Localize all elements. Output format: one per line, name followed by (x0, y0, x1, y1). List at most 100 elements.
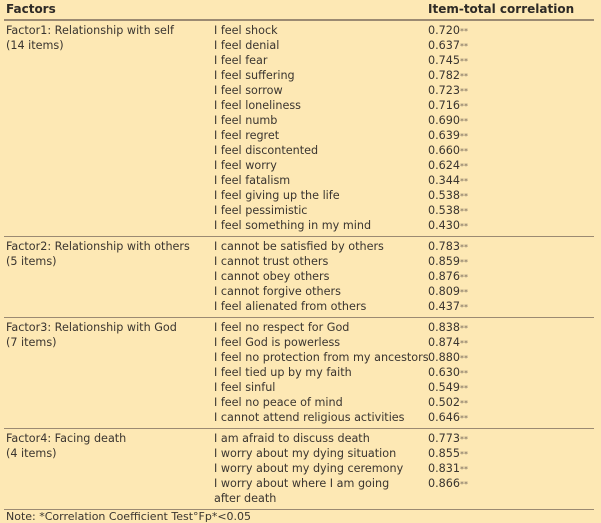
item-correlation: 0.660** (428, 143, 588, 158)
factor-cell: Factor3: Relationship with God (7 items) (4, 320, 214, 425)
item-text: I feel alienated from others (214, 300, 367, 313)
item-correlation: 0.637** (428, 38, 588, 53)
significance-marker: ** (460, 435, 469, 444)
factor-name: Factor1: Relationship with self (6, 24, 174, 37)
item-text: I feel giving up the life (214, 189, 340, 202)
item-correlation: 0.720** (428, 23, 588, 38)
item-correlation: 0.876** (428, 269, 588, 284)
correlation-value: 0.782 (428, 69, 461, 82)
item-correlation: 0.690** (428, 113, 588, 128)
significance-marker: ** (460, 258, 469, 267)
correlation-value: 0.630 (428, 366, 461, 379)
item-text: I worry about my dying situation (214, 447, 397, 460)
significance-marker: ** (460, 384, 469, 393)
correlation-value: 0.874 (428, 336, 461, 349)
significance-marker: ** (460, 42, 469, 51)
item-text: I feel numb (214, 114, 278, 127)
significance-marker: ** (460, 414, 469, 423)
header-correlation: Item-total correlation (428, 1, 575, 16)
factor-group: Factor2: Relationship with others (5 item… (4, 237, 594, 318)
correlation-table: Factors Item-total correlation Factor1: … (4, 0, 594, 510)
item-correlation: 0.344** (428, 173, 588, 188)
correlation-value: 0.430 (428, 219, 461, 232)
factor-group: Factor3: Relationship with God (7 items) I… (4, 318, 594, 429)
factor-cell: Factor2: Relationship with others (5 item… (4, 239, 214, 314)
item-correlation: 0.630** (428, 365, 588, 380)
item-text: I feel shock (214, 24, 278, 37)
item-text: I feel no peace of mind (214, 396, 343, 409)
values-cell: 0.838** 0.874** 0.880** 0.630** 0.549** 0.502… (428, 320, 588, 425)
significance-marker: ** (460, 369, 469, 378)
item-correlation: 0.745** (428, 53, 588, 68)
factor-group: Factor1: Relationship with self (14 items… (4, 21, 594, 237)
significance-marker: ** (460, 288, 469, 297)
factor-item-count: (4 items) (6, 447, 57, 460)
header-factors: Factors (6, 1, 56, 16)
item-text: I cannot trust others (214, 255, 329, 268)
items-cell: I cannot be satisfied by others I cannot … (214, 239, 428, 314)
significance-marker: ** (460, 273, 469, 282)
correlation-value: 0.639 (428, 129, 461, 142)
correlation-value: 0.809 (428, 285, 461, 298)
correlation-value: 0.549 (428, 381, 461, 394)
item-correlation: 0.874** (428, 335, 588, 350)
significance-marker: ** (460, 339, 469, 348)
table-body: Factor1: Relationship with self (14 items… (4, 21, 594, 510)
correlation-value: 0.344 (428, 174, 461, 187)
item-correlation: 0.838** (428, 320, 588, 335)
item-text: I worry about where I am going after dea… (214, 477, 390, 505)
item-text: I feel denial (214, 39, 280, 52)
correlation-value: 0.838 (428, 321, 461, 334)
significance-marker: ** (460, 207, 469, 216)
correlation-value: 0.880 (428, 351, 461, 364)
item-text: I cannot attend religious activities (214, 411, 405, 424)
item-correlation: 0.639** (428, 128, 588, 143)
correlation-value: 0.690 (428, 114, 461, 127)
item-correlation: 0.773** (428, 431, 588, 446)
correlation-value: 0.538 (428, 189, 461, 202)
correlation-value: 0.716 (428, 99, 461, 112)
factor-name: Factor2: Relationship with others (6, 240, 190, 253)
correlation-value: 0.773 (428, 432, 461, 445)
values-cell: 0.783** 0.859** 0.876** 0.809** 0.437** (428, 239, 588, 314)
correlation-value: 0.745 (428, 54, 461, 67)
item-text: I feel something in my mind (214, 219, 372, 232)
correlation-value: 0.831 (428, 462, 461, 475)
factor-group: Factor4: Facing death (4 items) I am afrai… (4, 429, 594, 510)
significance-marker: ** (460, 117, 469, 126)
item-correlation: 0.809** (428, 284, 588, 299)
item-correlation: 0.437** (428, 299, 588, 314)
significance-marker: ** (460, 354, 469, 363)
correlation-value: 0.723 (428, 84, 461, 97)
significance-marker: ** (460, 243, 469, 252)
significance-marker: ** (460, 87, 469, 96)
item-correlation: 0.866** (428, 476, 588, 491)
item-text: I feel suffering (214, 69, 295, 82)
item-text: I feel fatalism (214, 174, 291, 187)
significance-marker: ** (460, 57, 469, 66)
correlation-value: 0.502 (428, 396, 461, 409)
significance-marker: ** (460, 177, 469, 186)
item-text: I cannot be satisfied by others (214, 240, 384, 253)
item-text: I cannot obey others (214, 270, 330, 283)
item-text: I feel fear (214, 54, 268, 67)
correlation-value: 0.866 (428, 477, 461, 490)
item-text: I feel no respect for God (214, 321, 350, 334)
table-note: Note: *Correlation Coefficient Test°Fp*<… (6, 510, 252, 523)
significance-marker: ** (460, 222, 469, 231)
item-text: I cannot forgive others (214, 285, 341, 298)
item-text: I feel discontented (214, 144, 319, 157)
factor-item-count: (7 items) (6, 336, 57, 349)
item-text: I feel sinful (214, 381, 276, 394)
significance-marker: ** (460, 465, 469, 474)
item-text: I feel tied up by my faith (214, 366, 352, 379)
significance-marker: ** (460, 27, 469, 36)
item-correlation: 0.782** (428, 68, 588, 83)
items-cell: I feel no respect for God I feel God is p… (214, 320, 429, 425)
item-text: I feel sorrow (214, 84, 283, 97)
significance-marker: ** (460, 192, 469, 201)
item-correlation: 0.538** (428, 203, 588, 218)
item-correlation: 0.716** (428, 98, 588, 113)
significance-marker: ** (460, 324, 469, 333)
correlation-value: 0.876 (428, 270, 461, 283)
